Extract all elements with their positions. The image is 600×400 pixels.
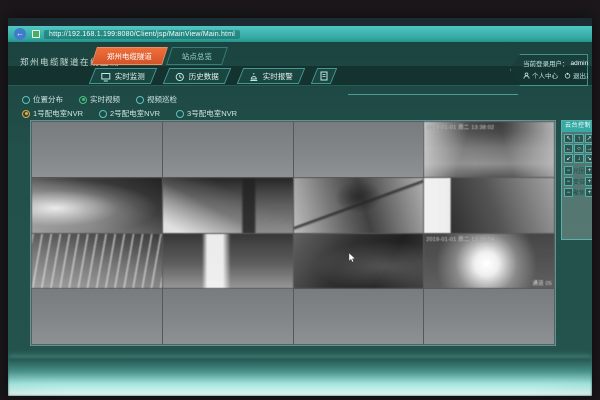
ptz-direction-pad: ↖ ↑ ↗ ← ○ → ↙ ↓ ↘ <box>562 132 592 165</box>
camera-feed[interactable] <box>32 178 162 233</box>
browser-address-bar: ← http://192.168.1.199:8080/Client/jsp/M… <box>8 26 592 42</box>
monitor-screen: ← http://192.168.1.199:8080/Client/jsp/M… <box>8 18 592 396</box>
radio-label: 视频巡检 <box>147 94 177 105</box>
ptz-iris-control: − 光圈 + <box>562 165 592 176</box>
camera-feed[interactable]: 2019-01-01 周二 13:38:04 通道 05 <box>424 234 554 289</box>
tab-label: 郑州电缆隧道 <box>107 51 152 62</box>
login-label: 当前登录用户： <box>523 58 569 68</box>
ptz-up-right-button[interactable]: ↗ <box>585 134 592 143</box>
tab-site-overview[interactable]: 站点总览 <box>166 47 228 65</box>
radio-label: 2号配电室NVR <box>110 108 160 119</box>
header-divider-line <box>348 94 518 95</box>
monitor-icon <box>101 71 111 81</box>
logout-power-icon <box>564 72 571 79</box>
video-cell-empty[interactable] <box>163 289 293 344</box>
tab-zhengzhou-cable-tunnel[interactable]: 郑州电缆隧道 <box>91 47 168 65</box>
nvr-option-2[interactable]: 2号配电室NVR <box>99 108 160 119</box>
ptz-down-right-button[interactable]: ↘ <box>585 154 592 163</box>
focus-minus-button[interactable]: − <box>564 188 573 197</box>
camera-feed[interactable] <box>294 178 424 233</box>
radio-label: 实时视频 <box>90 94 120 105</box>
video-wall-panel: 2019-01-01 周二 13:38:02 2019-01-01 周二 13:… <box>30 120 556 346</box>
view-mode-video-patrol[interactable]: 视频巡检 <box>136 94 177 105</box>
iris-minus-button[interactable]: − <box>564 166 573 175</box>
glare-reflection <box>8 358 592 396</box>
video-cell-empty[interactable] <box>294 122 424 177</box>
toolbar-button-history-data[interactable]: 历史数据 <box>163 68 231 84</box>
video-wall-grid: 2019-01-01 周二 13:38:02 2019-01-01 周二 13:… <box>32 122 554 344</box>
toolbar-button-4[interactable] <box>311 68 337 84</box>
camera-feed[interactable]: 2019-01-01 周二 13:38:02 <box>424 122 554 177</box>
camera-feed[interactable] <box>294 234 424 289</box>
history-clock-icon <box>175 71 185 81</box>
url-input[interactable]: http://192.168.1.199:8080/Client/jsp/Mai… <box>44 30 240 39</box>
radio-label: 1号配电室NVR <box>33 108 83 119</box>
camera-feed[interactable] <box>163 234 293 289</box>
ptz-zoom-control: − 变倍 + <box>562 176 592 187</box>
nvr-option-3[interactable]: 3号配电室NVR <box>176 108 237 119</box>
radio-icon-selected <box>22 110 30 118</box>
ptz-down-left-button[interactable]: ↙ <box>564 154 573 163</box>
nvr-selector: 1号配电室NVR 2号配电室NVR 3号配电室NVR <box>22 108 237 119</box>
page-favicon <box>32 30 40 38</box>
video-cell-empty[interactable] <box>294 289 424 344</box>
focus-plus-button[interactable]: + <box>585 188 592 197</box>
browser-chrome-strip <box>8 18 592 26</box>
monitoring-page: 郑州电缆隧道在线监测 郑州电缆隧道 站点总览 实时监测 历史数据 <box>8 42 592 396</box>
toolbar-button-label: 历史数据 <box>189 70 219 81</box>
radio-icon-selected <box>79 96 87 104</box>
radio-label: 3号配电室NVR <box>187 108 237 119</box>
video-cell-empty[interactable] <box>163 122 293 177</box>
camera-feed[interactable] <box>32 234 162 289</box>
video-cell-empty[interactable] <box>32 289 162 344</box>
zoom-minus-button[interactable]: − <box>564 177 573 186</box>
focus-label: 聚焦 <box>573 188 585 197</box>
view-mode-location[interactable]: 位置分布 <box>22 94 63 105</box>
radio-label: 位置分布 <box>33 94 63 105</box>
nvr-option-1[interactable]: 1号配电室NVR <box>22 108 83 119</box>
ptz-up-left-button[interactable]: ↖ <box>564 134 573 143</box>
toolbar-button-label: 实时报警 <box>263 70 293 81</box>
document-icon <box>319 71 329 81</box>
ptz-center-button[interactable]: ○ <box>574 144 583 153</box>
camera-feed[interactable] <box>424 178 554 233</box>
view-mode-selector: 位置分布 实时视频 视频巡检 <box>22 94 177 105</box>
alarm-lamp-icon <box>249 71 259 81</box>
ptz-focus-control: − 聚焦 + <box>562 187 592 198</box>
toolbar-button-realtime-alarm[interactable]: 实时报警 <box>237 68 305 84</box>
radio-icon <box>22 96 30 104</box>
mouse-cursor <box>349 253 356 263</box>
person-icon <box>523 72 530 79</box>
user-panel: 当前登录用户： admin 个人中心 退出系统 <box>510 54 588 86</box>
toolbar-button-realtime-monitor[interactable]: 实时监测 <box>89 68 157 84</box>
camera-osd-channel: 通道 05 <box>532 279 552 287</box>
ptz-panel-title: 云台控制 <box>562 121 592 132</box>
personal-center-link[interactable]: 个人中心 <box>532 70 558 80</box>
radio-icon <box>99 110 107 118</box>
video-cell-empty[interactable] <box>424 289 554 344</box>
top-tabs: 郑州电缆隧道 站点总览 <box>94 47 229 65</box>
ptz-right-button[interactable]: → <box>585 144 592 153</box>
zoom-plus-button[interactable]: + <box>585 177 592 186</box>
toolbar-button-label: 实时监测 <box>115 70 145 81</box>
zoom-label: 变倍 <box>573 177 585 186</box>
view-mode-realtime-video[interactable]: 实时视频 <box>79 94 120 105</box>
iris-label: 光圈 <box>573 166 585 175</box>
toolbar: 实时监测 历史数据 实时报警 <box>8 66 592 86</box>
ptz-left-button[interactable]: ← <box>564 144 573 153</box>
tab-label: 站点总览 <box>182 51 212 62</box>
camera-osd-timestamp: 2019-01-01 周二 13:38:04 <box>426 235 494 243</box>
ptz-down-button[interactable]: ↓ <box>574 154 583 163</box>
radio-icon <box>176 110 184 118</box>
video-cell-empty[interactable] <box>32 122 162 177</box>
camera-feed[interactable] <box>163 178 293 233</box>
ptz-control-panel: 云台控制 ↖ ↑ ↗ ← ○ → ↙ ↓ ↘ − 光圈 + − 变倍 + <box>561 120 592 240</box>
iris-plus-button[interactable]: + <box>585 166 592 175</box>
ptz-up-button[interactable]: ↑ <box>574 134 583 143</box>
radio-icon <box>136 96 144 104</box>
username: admin <box>571 60 589 67</box>
camera-osd-timestamp: 2019-01-01 周二 13:38:02 <box>426 123 494 131</box>
browser-back-button[interactable]: ← <box>14 28 26 40</box>
